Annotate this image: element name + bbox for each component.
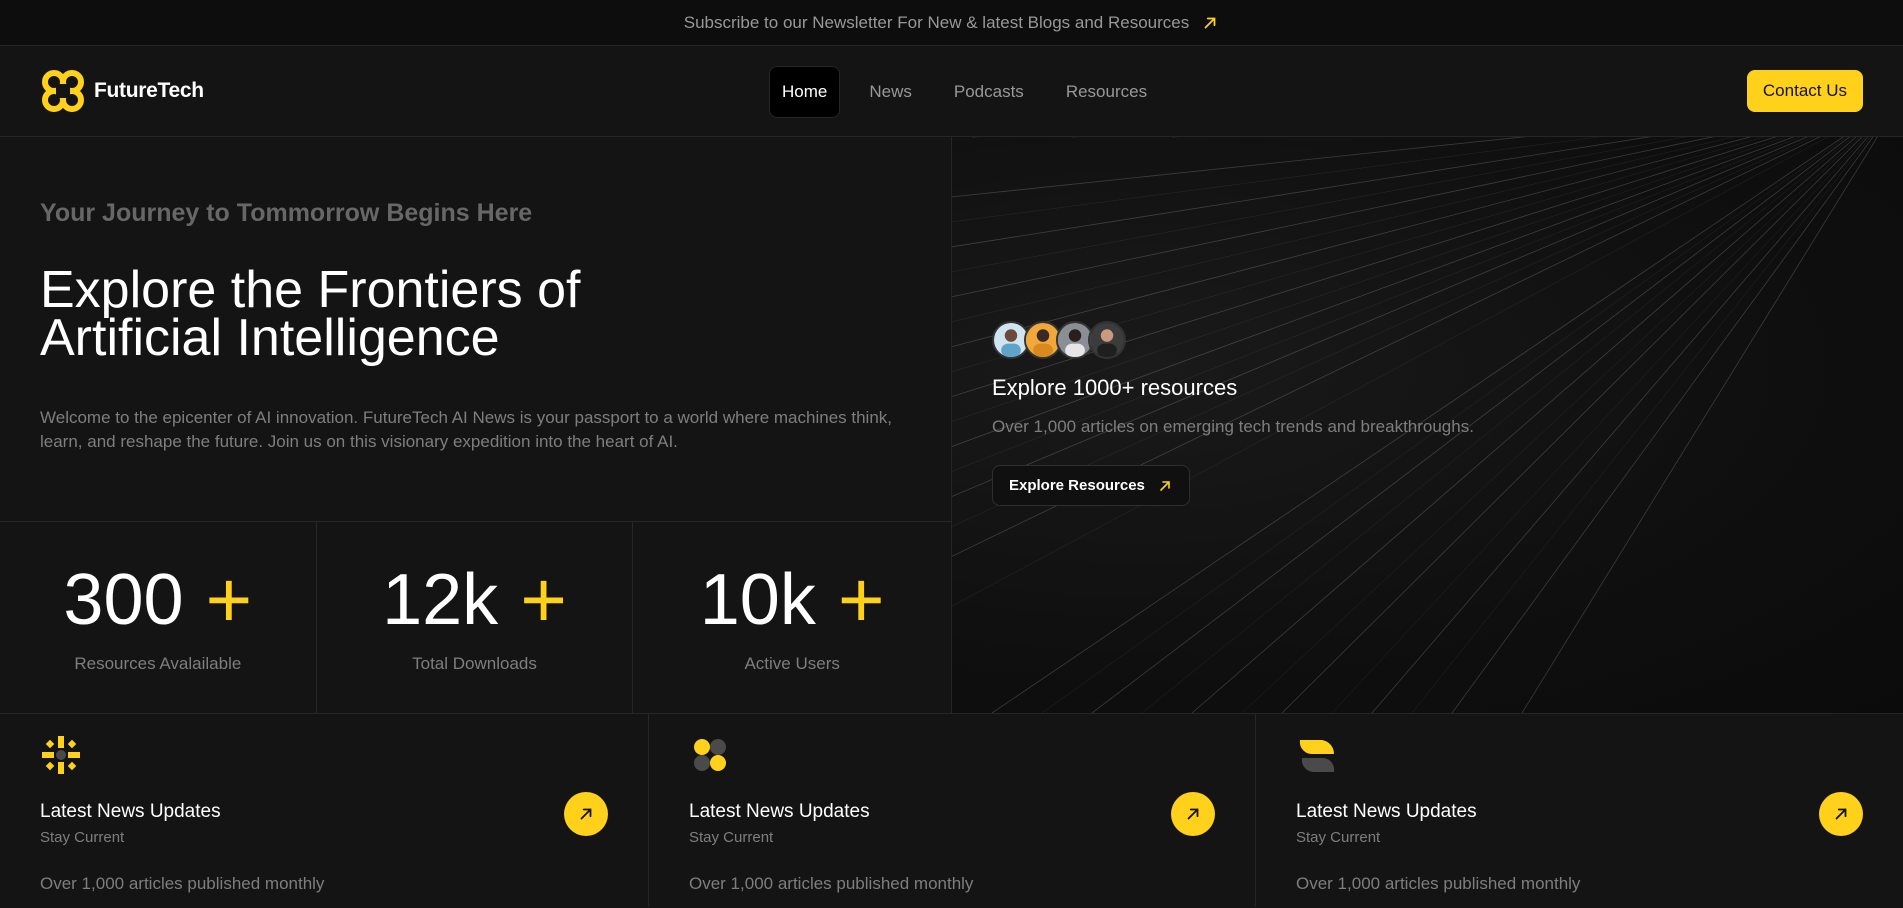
sparkle-icon (42, 736, 80, 774)
nav-item-resources[interactable]: Resources (1053, 66, 1160, 118)
avatar-group (992, 321, 1474, 359)
stat-label: Active Users (744, 654, 840, 673)
plus-icon: + (205, 555, 253, 644)
feature-title: Latest News Updates (40, 801, 221, 822)
stat-number: 300 (63, 560, 184, 640)
brand-name: FutureTech (94, 79, 204, 102)
feature-title: Latest News Updates (1296, 801, 1477, 822)
leaf-icon (1299, 740, 1335, 773)
feature-arrow-button[interactable] (564, 792, 608, 836)
arrow-up-right-icon (1160, 480, 1170, 491)
hero-description: Welcome to the epicenter of AI innovatio… (40, 408, 893, 451)
hero-left-panel: Your Journey to Tommorrow Begins Here Ex… (0, 137, 952, 713)
feature-arrow-button[interactable] (1171, 792, 1215, 836)
resources-card: Explore 1000+ resources Over 1,000 artic… (992, 321, 1474, 506)
feature-subtitle: Stay Current (689, 829, 774, 846)
explore-resources-label: Explore Resources (1009, 477, 1145, 494)
hero-section: Your Journey to Tommorrow Begins Here Ex… (0, 137, 1903, 714)
arrow-up-right-icon (1204, 17, 1216, 28)
stats-row: 300 + Resources Avalailable 12k + Total … (0, 522, 951, 713)
feature-card: Latest News Updates Stay Current Over 1,… (649, 714, 1256, 907)
feature-arrow-button[interactable] (1819, 792, 1863, 836)
feature-description: Over 1,000 articles published monthly (40, 874, 325, 893)
explore-resources-button[interactable]: Explore Resources (992, 465, 1190, 506)
avatar (1088, 321, 1126, 359)
feature-title: Latest News Updates (689, 801, 870, 822)
hero-eyebrow: Your Journey to Tommorrow Begins Here (40, 199, 533, 227)
contact-us-button[interactable]: Contact Us (1746, 70, 1863, 112)
stat-users: 10k + Active Users (633, 522, 951, 713)
features-section: Latest News Updates Stay Current Over 1,… (0, 714, 1903, 907)
resources-subtitle: Over 1,000 articles on emerging tech tre… (992, 417, 1474, 436)
newsletter-banner-text[interactable]: Subscribe to our Newsletter For New & la… (684, 13, 1190, 33)
stat-label: Resources Avalailable (74, 654, 242, 673)
nav-item-podcasts[interactable]: Podcasts (941, 66, 1037, 118)
plus-icon: + (520, 555, 567, 644)
hero-text-block: Your Journey to Tommorrow Begins Here Ex… (0, 137, 951, 522)
stat-resources: 300 + Resources Avalailable (0, 522, 317, 713)
main-nav: Home News Podcasts Resources (769, 66, 1168, 118)
stat-label: Total Downloads (412, 654, 537, 673)
feature-description: Over 1,000 articles published monthly (689, 874, 974, 893)
stat-number: 10k (699, 560, 816, 640)
plus-icon: + (837, 555, 885, 644)
feature-card: Latest News Updates Stay Current Over 1,… (1256, 714, 1903, 907)
arrow-up-right-icon (580, 808, 592, 820)
arrow-up-right-icon (1187, 808, 1199, 820)
site-header: FutureTech Home News Podcasts Resources … (0, 46, 1903, 137)
flower-icon (694, 739, 726, 771)
feature-subtitle: Stay Current (1296, 829, 1381, 846)
feature-subtitle: Stay Current (40, 829, 125, 846)
stat-downloads: 12k + Total Downloads (317, 522, 634, 713)
nav-item-home[interactable]: Home (769, 66, 841, 118)
newsletter-banner[interactable]: Subscribe to our Newsletter For New & la… (0, 0, 1903, 46)
hero-visual-panel: Explore 1000+ resources Over 1,000 artic… (952, 137, 1903, 713)
resources-title: Explore 1000+ resources (992, 375, 1238, 400)
stat-number: 12k (382, 560, 499, 640)
feature-card: Latest News Updates Stay Current Over 1,… (0, 714, 649, 907)
nav-item-news[interactable]: News (856, 66, 925, 118)
feature-description: Over 1,000 articles published monthly (1296, 874, 1581, 893)
brand-logo[interactable]: FutureTech (40, 68, 204, 114)
hero-title: Explore the Frontiers of Artificial Inte… (40, 261, 581, 367)
arrow-up-right-icon (1835, 808, 1847, 820)
futuretech-logo-icon (42, 70, 84, 112)
